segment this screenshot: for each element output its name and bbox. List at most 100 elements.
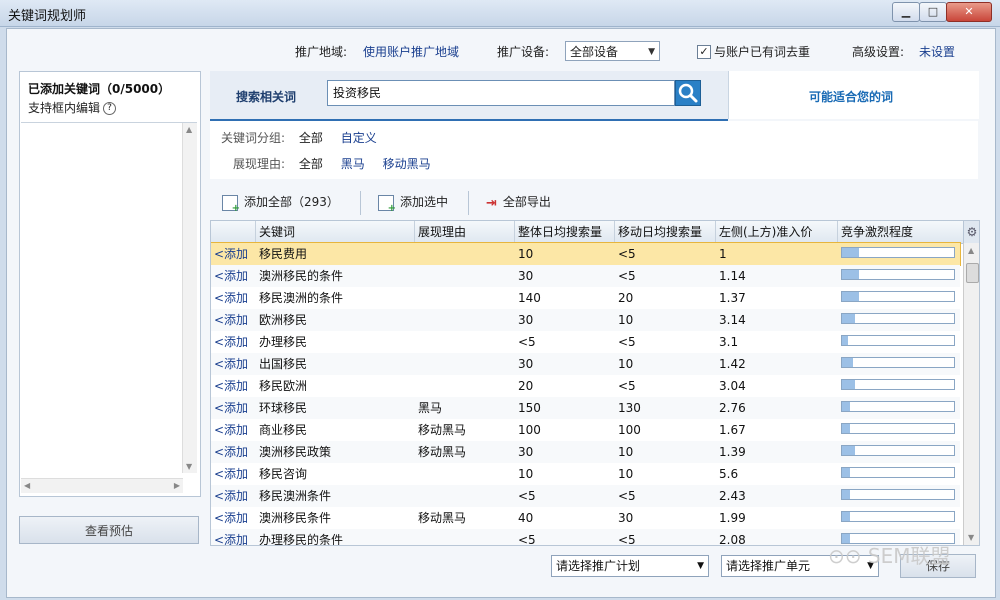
add-row-link[interactable]: <添加 — [211, 375, 256, 397]
export-all-button[interactable]: ⇥ 全部导出 — [486, 193, 551, 211]
header-left-price[interactable]: 左侧(上方)准入价 — [716, 221, 838, 243]
table-vertical-scrollbar[interactable]: ▲ ▼ — [963, 243, 979, 545]
table-row[interactable]: <添加 出国移民 30 10 1.42 — [211, 353, 960, 375]
cell-left-price: 1.67 — [719, 423, 746, 437]
gear-icon[interactable]: ⚙ — [963, 221, 979, 243]
scroll-up-icon[interactable]: ▲ — [186, 125, 192, 134]
minimize-button[interactable]: ▁ — [892, 2, 920, 22]
advanced-label: 高级设置: — [852, 45, 905, 59]
competition-bar-fill — [842, 512, 850, 521]
table-row[interactable]: <添加 移民澳洲的条件 140 20 1.37 — [211, 287, 960, 309]
cell-reason: 移动黑马 — [418, 511, 467, 525]
add-selected-label: 添加选中 — [400, 195, 449, 209]
table-row[interactable]: <添加 澳洲移民政策 移动黑马 30 10 1.39 — [211, 441, 960, 463]
scroll-right-icon[interactable]: ▶ — [174, 481, 180, 490]
reason-filter-mobile-darkhorse[interactable]: 移动黑马 — [383, 157, 431, 171]
suggested-words-tab[interactable]: 可能适合您的词 — [728, 71, 979, 119]
search-button[interactable] — [675, 80, 701, 106]
cell-keyword: 环球移民 — [259, 401, 308, 415]
table-row[interactable]: <添加 移民咨询 10 10 5.6 — [211, 463, 960, 485]
preview-estimate-button[interactable]: 查看预估 — [19, 516, 199, 544]
left-horizontal-scrollbar[interactable]: ◀ ▶ — [21, 478, 183, 493]
add-row-link[interactable]: <添加 — [211, 419, 256, 441]
add-row-link[interactable]: <添加 — [211, 463, 256, 485]
add-row-link[interactable]: <添加 — [211, 331, 256, 353]
maximize-button[interactable]: □ — [919, 2, 947, 22]
add-selected-button[interactable]: 添加选中 — [378, 193, 449, 214]
left-vertical-scrollbar[interactable]: ▲ ▼ — [182, 123, 197, 473]
header-competition[interactable]: 竞争激烈程度 — [838, 221, 963, 243]
scroll-up-icon[interactable]: ▲ — [968, 246, 974, 255]
device-select[interactable]: 全部设备 ▼ — [565, 41, 660, 61]
header-total-search[interactable]: 整体日均搜索量 — [515, 221, 615, 243]
search-icon — [678, 83, 698, 103]
cell-left-price: 2.43 — [719, 489, 746, 503]
table-row[interactable]: <添加 澳洲移民条件 移动黑马 40 30 1.99 — [211, 507, 960, 529]
group-filter-all[interactable]: 全部 — [299, 131, 323, 145]
competition-bar — [841, 247, 955, 258]
group-filter-custom[interactable]: 自定义 — [341, 131, 377, 145]
add-row-link[interactable]: <添加 — [211, 507, 256, 529]
dedupe-checkbox[interactable]: ✓ — [697, 45, 711, 59]
plan-select-value: 请选择推广计划 — [556, 559, 641, 573]
cell-mobile-search: 100 — [618, 423, 641, 437]
scroll-thumb[interactable] — [966, 263, 979, 283]
reason-filter-all[interactable]: 全部 — [299, 157, 323, 171]
competition-bar-fill — [842, 336, 848, 345]
add-row-link[interactable]: <添加 — [211, 353, 256, 375]
export-all-label: 全部导出 — [502, 195, 551, 209]
plan-select[interactable]: 请选择推广计划 ▼ — [551, 555, 709, 577]
search-input[interactable]: 投资移民 — [327, 80, 675, 106]
table-row[interactable]: <添加 移民费用 10 <5 1 — [211, 242, 961, 266]
add-row-link[interactable]: <添加 — [211, 441, 256, 463]
toolbar-divider — [468, 191, 469, 215]
table-row[interactable]: <添加 欧洲移民 30 10 3.14 — [211, 309, 960, 331]
device-label: 推广设备: — [497, 45, 550, 59]
reason-filter-darkhorse[interactable]: 黑马 — [341, 157, 365, 171]
competition-bar-fill — [842, 292, 859, 301]
add-all-button[interactable]: 添加全部（293） — [222, 193, 339, 214]
added-keywords-editor[interactable]: ▲ ▼ ◀ ▶ — [21, 122, 197, 493]
header-mobile-search[interactable]: 移动日均搜索量 — [615, 221, 716, 243]
window-title: 关键词规划师 — [8, 9, 87, 24]
header-keyword[interactable]: 关键词 — [256, 221, 415, 243]
table-row[interactable]: <添加 商业移民 移动黑马 100 100 1.67 — [211, 419, 960, 441]
add-row-link[interactable]: <添加 — [211, 309, 256, 331]
add-all-icon — [222, 194, 240, 214]
add-row-link[interactable]: <添加 — [211, 287, 256, 309]
table-row[interactable]: <添加 移民欧洲 20 <5 3.04 — [211, 375, 960, 397]
cell-total-search: 30 — [518, 269, 534, 283]
chevron-down-icon: ▼ — [648, 47, 655, 57]
maximize-icon: □ — [927, 5, 939, 18]
cell-keyword: 办理移民 — [259, 335, 308, 349]
table-row[interactable]: <添加 移民澳洲条件 <5 <5 2.43 — [211, 485, 960, 507]
add-row-link[interactable]: <添加 — [211, 397, 256, 419]
advanced-link[interactable]: 未设置 — [919, 43, 955, 60]
chevron-down-icon: ▼ — [697, 561, 704, 571]
cell-mobile-search: <5 — [618, 247, 636, 261]
competition-bar-fill — [842, 358, 854, 367]
add-row-link[interactable]: <添加 — [211, 529, 256, 545]
competition-bar — [841, 401, 955, 412]
table-row[interactable]: <添加 澳洲移民的条件 30 <5 1.14 — [211, 265, 960, 287]
add-row-link[interactable]: <添加 — [211, 485, 256, 507]
cell-total-search: <5 — [518, 533, 536, 546]
header-reason[interactable]: 展现理由 — [415, 221, 515, 243]
search-tab[interactable]: 搜索相关词 投资移民 — [210, 71, 728, 121]
table-row[interactable]: <添加 办理移民 <5 <5 3.1 — [211, 331, 960, 353]
add-row-link[interactable]: <添加 — [211, 243, 256, 265]
cell-total-search: <5 — [518, 489, 536, 503]
scroll-down-icon[interactable]: ▼ — [186, 462, 192, 471]
table-row[interactable]: <添加 环球移民 黑马 150 130 2.76 — [211, 397, 960, 419]
region-link[interactable]: 使用账户推广地域 — [363, 43, 459, 60]
close-button[interactable]: ✕ — [946, 2, 992, 22]
add-row-link[interactable]: <添加 — [211, 265, 256, 287]
scroll-down-icon[interactable]: ▼ — [968, 533, 974, 542]
cell-left-price: 1.39 — [719, 445, 746, 459]
cell-left-price: 3.14 — [719, 313, 746, 327]
keyword-table: 关键词 展现理由 整体日均搜索量 移动日均搜索量 左侧(上方)准入价 竞争激烈程… — [210, 220, 980, 546]
cell-reason — [415, 309, 515, 331]
help-icon[interactable]: ? — [103, 102, 117, 115]
scroll-left-icon[interactable]: ◀ — [24, 481, 30, 490]
added-keywords-panel: 已添加关键词（0/5000） 支持框内编辑? ▲ ▼ ◀ ▶ — [19, 71, 201, 497]
